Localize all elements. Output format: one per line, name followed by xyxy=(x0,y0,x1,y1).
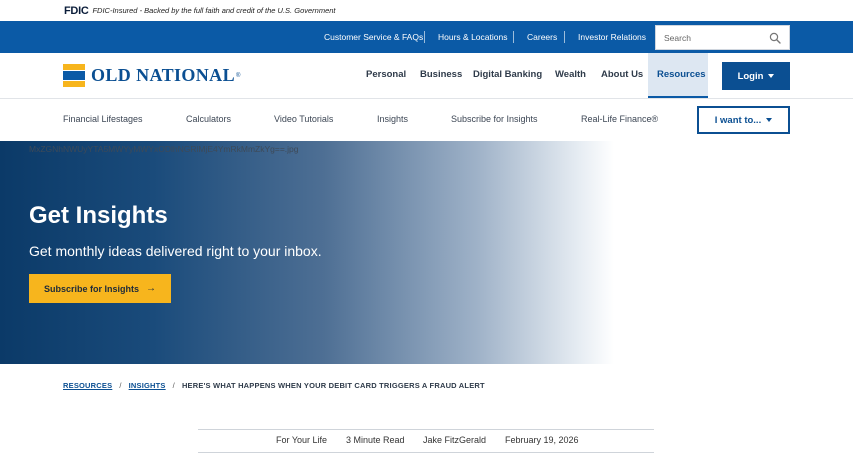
subnav-item-financial-lifestages[interactable]: Financial Lifestages xyxy=(63,114,143,124)
nav-item-business[interactable]: Business xyxy=(420,69,462,80)
subnav-item-calculators[interactable]: Calculators xyxy=(186,114,231,124)
logo-mark-icon xyxy=(63,64,85,87)
breadcrumb-separator: / xyxy=(172,381,175,390)
nav-item-resources[interactable]: Resources xyxy=(648,53,708,98)
sub-navigation: Financial Lifestages Calculators Video T… xyxy=(0,99,853,141)
old-national-logo[interactable]: OLD NATIONAL ® xyxy=(63,64,240,87)
hero-broken-image-alt: MxZGNhNWUyYTA5MWYyMWYxODlhNGRlMjE4YmRkMm… xyxy=(29,144,299,154)
chevron-down-icon xyxy=(766,118,773,122)
article-category[interactable]: For Your Life xyxy=(276,435,327,445)
main-navigation: OLD NATIONAL ® Personal Business Digital … xyxy=(0,53,853,99)
search-icon[interactable] xyxy=(769,32,781,44)
breadcrumb-current-page: HERE'S WHAT HAPPENS WHEN YOUR DEBIT CARD… xyxy=(181,381,485,390)
subscribe-for-insights-button[interactable]: Subscribe for Insights → xyxy=(29,274,171,303)
article-author: Jake FitzGerald xyxy=(423,435,487,445)
utility-link-hours-locations[interactable]: Hours & Locations xyxy=(438,32,507,42)
i-want-to-label: I want to... xyxy=(714,114,762,126)
login-label: Login xyxy=(737,70,764,82)
hero-banner: MxZGNhNWUyYTA5MWYyMWYxODlhNGRlMjE4YmRkMm… xyxy=(0,141,853,364)
login-button[interactable]: Login xyxy=(722,62,790,90)
search-box xyxy=(655,25,790,50)
utility-bar: Customer Service & FAQs Hours & Location… xyxy=(0,21,853,53)
search-input[interactable] xyxy=(656,26,766,49)
subnav-item-video-tutorials[interactable]: Video Tutorials xyxy=(274,114,333,124)
article-meta: For Your Life 3 Minute Read Jake FitzGer… xyxy=(198,429,654,453)
article-read-time: 3 Minute Read xyxy=(346,435,405,445)
chevron-down-icon xyxy=(768,74,775,78)
subnav-item-insights[interactable]: Insights xyxy=(377,114,408,124)
utility-link-investor-relations[interactable]: Investor Relations xyxy=(578,32,646,42)
subnav-item-real-life-finance[interactable]: Real-Life Finance® xyxy=(581,114,658,124)
nav-item-wealth[interactable]: Wealth xyxy=(555,69,586,80)
logo-wordmark: OLD NATIONAL xyxy=(91,65,235,85)
fdic-banner: FDIC FDIC-Insured - Backed by the full f… xyxy=(0,0,853,21)
utility-link-careers[interactable]: Careers xyxy=(527,32,557,42)
nav-item-about-us[interactable]: About Us xyxy=(601,69,643,80)
subscribe-button-label: Subscribe for Insights xyxy=(43,283,139,294)
hero-title: Get Insights xyxy=(29,202,168,229)
utility-divider xyxy=(424,31,425,43)
breadcrumb-link-resources[interactable]: RESOURCES xyxy=(63,381,112,390)
hero-subtitle: Get monthly ideas delivered right to you… xyxy=(29,243,322,259)
utility-divider xyxy=(513,31,514,43)
breadcrumb-link-insights[interactable]: INSIGHTS xyxy=(129,381,166,390)
fdic-text: FDIC-Insured - Backed by the full faith … xyxy=(92,6,336,15)
nav-item-personal[interactable]: Personal xyxy=(366,69,406,80)
i-want-to-button[interactable]: I want to... xyxy=(697,106,790,134)
breadcrumb: RESOURCES / INSIGHTS / HERE'S WHAT HAPPE… xyxy=(63,381,485,390)
subnav-item-subscribe-for-insights[interactable]: Subscribe for Insights xyxy=(451,114,538,124)
breadcrumb-separator: / xyxy=(119,381,122,390)
article-date: February 19, 2026 xyxy=(505,435,579,445)
logo-registered-mark: ® xyxy=(235,72,241,79)
nav-item-resources-label: Resources xyxy=(657,69,706,80)
nav-item-digital-banking[interactable]: Digital Banking xyxy=(473,69,542,80)
utility-link-customer-service[interactable]: Customer Service & FAQs xyxy=(324,32,423,42)
fdic-logo: FDIC xyxy=(64,4,89,17)
arrow-right-icon: → xyxy=(146,283,156,294)
utility-divider xyxy=(564,31,565,43)
